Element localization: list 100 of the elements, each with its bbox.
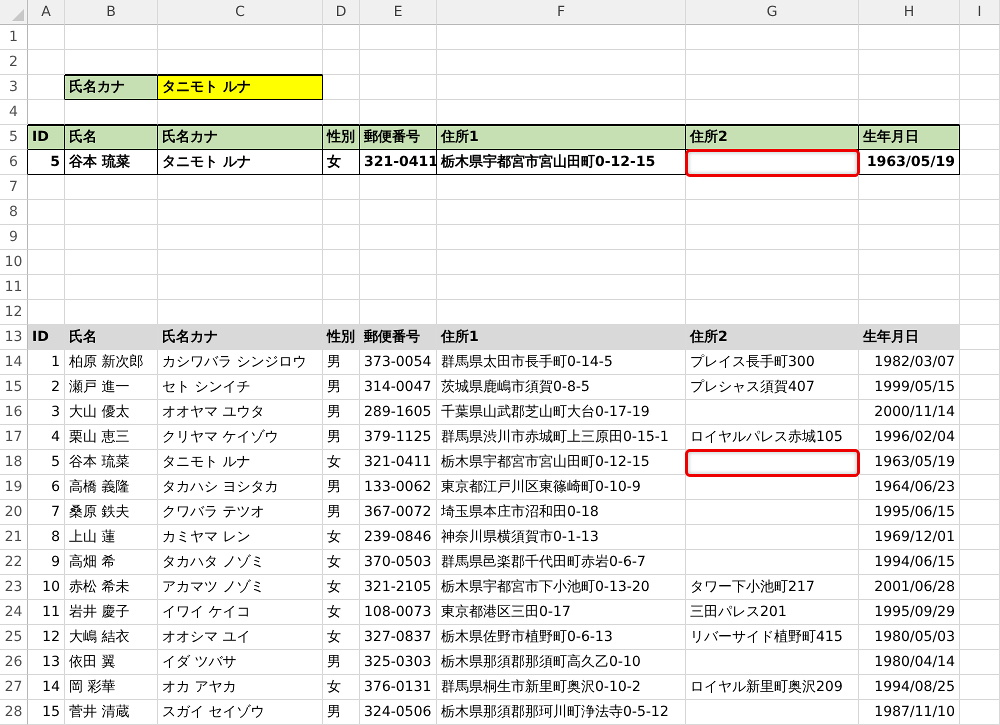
- column-header[interactable]: A: [28, 0, 65, 25]
- row-header[interactable]: 4: [0, 100, 28, 125]
- spreadsheet-cell: ロイヤル新里町奥沢209: [686, 675, 859, 700]
- spreadsheet-cell-text: 上山 蓮: [69, 528, 116, 546]
- spreadsheet-cell-text: 女: [327, 628, 341, 646]
- select-all-icon[interactable]: [12, 9, 24, 21]
- spreadsheet-cell-text: 女: [327, 578, 341, 596]
- column-header[interactable]: C: [158, 0, 323, 25]
- row-header[interactable]: 13: [0, 325, 28, 350]
- spreadsheet-cell-text: 1987/11/10: [874, 702, 955, 722]
- lookup-value: タニモト ルナ: [162, 78, 251, 96]
- empty-cell: [960, 250, 1000, 275]
- spreadsheet-cell-text: 1995/09/29: [874, 602, 955, 622]
- column-header[interactable]: H: [859, 0, 960, 25]
- row-header[interactable]: 21: [0, 525, 28, 550]
- spreadsheet-cell-text: 谷本 琉菜: [69, 152, 130, 172]
- row-header[interactable]: 19: [0, 475, 28, 500]
- spreadsheet-cell-text: 1999/05/15: [874, 378, 955, 396]
- empty-cell: [960, 225, 1000, 250]
- spreadsheet-cell-text: 1964/06/23: [874, 478, 955, 496]
- spreadsheet-cell-text: 321-0411: [364, 452, 432, 472]
- row-header[interactable]: 27: [0, 675, 28, 700]
- row-header[interactable]: 22: [0, 550, 28, 575]
- row-header[interactable]: 9: [0, 225, 28, 250]
- spreadsheet-cell-text: 108-0073: [364, 602, 432, 622]
- spreadsheet-cell-text: 1980/04/14: [874, 652, 955, 672]
- row-header[interactable]: 25: [0, 625, 28, 650]
- row-header[interactable]: 24: [0, 600, 28, 625]
- spreadsheet-cell-text: カミヤマ レン: [162, 528, 250, 546]
- spreadsheet-cell-text: 女: [327, 552, 341, 572]
- header-label: 住所2: [690, 328, 728, 346]
- row-header[interactable]: 15: [0, 375, 28, 400]
- header-label: ID: [32, 128, 49, 146]
- empty-cell: [960, 25, 1000, 50]
- column-header[interactable]: F: [437, 0, 686, 25]
- spreadsheet-cell-text: 埼玉県本庄市沼和田0-18: [441, 502, 599, 522]
- spreadsheet-cell-text: 男: [327, 652, 341, 672]
- spreadsheet-cell-text: タニモト ルナ: [162, 152, 251, 172]
- spreadsheet-cell-text: 1994/06/15: [874, 552, 955, 572]
- spreadsheet-cell-text: 9: [51, 552, 60, 572]
- row-header[interactable]: 16: [0, 400, 28, 425]
- header-label: 住所2: [690, 128, 728, 146]
- empty-cell: [323, 275, 360, 300]
- spreadsheet-cell-text: 11: [42, 602, 60, 622]
- row-header[interactable]: 5: [0, 125, 28, 150]
- spreadsheet-cell-text: 2: [51, 378, 60, 396]
- row-header[interactable]: 28: [0, 700, 28, 725]
- empty-cell: [323, 225, 360, 250]
- spreadsheet-cell-text: セト シンイチ: [162, 378, 250, 396]
- empty-cell: [323, 25, 360, 50]
- empty-cell: [323, 250, 360, 275]
- spreadsheet-cell-text: 133-0062: [364, 478, 432, 496]
- column-header[interactable]: D: [323, 0, 360, 25]
- row-header[interactable]: 2: [0, 50, 28, 75]
- spreadsheet-cell-text: 1969/12/01: [874, 528, 955, 546]
- spreadsheet-cell-text: 東京都港区三田0-17: [441, 602, 571, 622]
- spreadsheet-cell-text: 男: [327, 402, 341, 422]
- spreadsheet-cell-text: 2001/06/28: [874, 578, 955, 596]
- spreadsheet-cell-text: オオシマ ユイ: [162, 628, 250, 646]
- spreadsheet-cell-text: 高橋 義隆: [69, 478, 130, 496]
- spreadsheet-cell-text: 289-1605: [364, 402, 432, 422]
- row-header[interactable]: 23: [0, 575, 28, 600]
- spreadsheet-cell-text: 373-0054: [364, 352, 432, 372]
- column-header[interactable]: B: [65, 0, 158, 25]
- row-header[interactable]: 7: [0, 175, 28, 200]
- row-header[interactable]: 12: [0, 300, 28, 325]
- header-label: 住所1: [441, 328, 479, 346]
- row-header[interactable]: 8: [0, 200, 28, 225]
- header-label: 氏名: [69, 328, 97, 346]
- column-header[interactable]: I: [960, 0, 1000, 25]
- spreadsheet-cell-text: 群馬県桐生市新里町奥沢0-10-2: [441, 678, 641, 696]
- spreadsheet-cell-text: 1980/05/03: [874, 628, 955, 646]
- spreadsheet-cell-text: 赤松 希未: [69, 578, 130, 596]
- row-header[interactable]: 1: [0, 25, 28, 50]
- row-header[interactable]: 14: [0, 350, 28, 375]
- header-label: 氏名: [69, 128, 97, 146]
- header-label: 性別: [327, 128, 355, 146]
- empty-cell: [323, 200, 360, 225]
- spreadsheet-cell-text: タニモト ルナ: [162, 452, 250, 472]
- empty-cell: [960, 100, 1000, 125]
- row-header[interactable]: 18: [0, 450, 28, 475]
- column-header[interactable]: E: [360, 0, 437, 25]
- row-header[interactable]: 6: [0, 150, 28, 175]
- header-label: 性別: [327, 328, 355, 346]
- spreadsheet-cell-text: 1: [51, 352, 60, 372]
- spreadsheet-cell-text: 男: [327, 352, 341, 372]
- empty-cell: [960, 50, 1000, 75]
- spreadsheet-cell-text: 岩井 慶子: [69, 602, 130, 622]
- spreadsheet-cell-text: 15: [42, 702, 60, 722]
- row-header[interactable]: 10: [0, 250, 28, 275]
- column-header[interactable]: G: [686, 0, 859, 25]
- row-header[interactable]: 17: [0, 425, 28, 450]
- row-header[interactable]: 26: [0, 650, 28, 675]
- spreadsheet-cell-text: 1994/08/25: [874, 678, 955, 696]
- spreadsheet-cell-text: 5: [50, 152, 60, 172]
- row-header[interactable]: 20: [0, 500, 28, 525]
- spreadsheet-cell: 三田パレス201: [686, 600, 859, 625]
- row-header[interactable]: 3: [0, 75, 28, 100]
- row-header[interactable]: 11: [0, 275, 28, 300]
- spreadsheet-cell-text: 1982/03/07: [874, 352, 955, 372]
